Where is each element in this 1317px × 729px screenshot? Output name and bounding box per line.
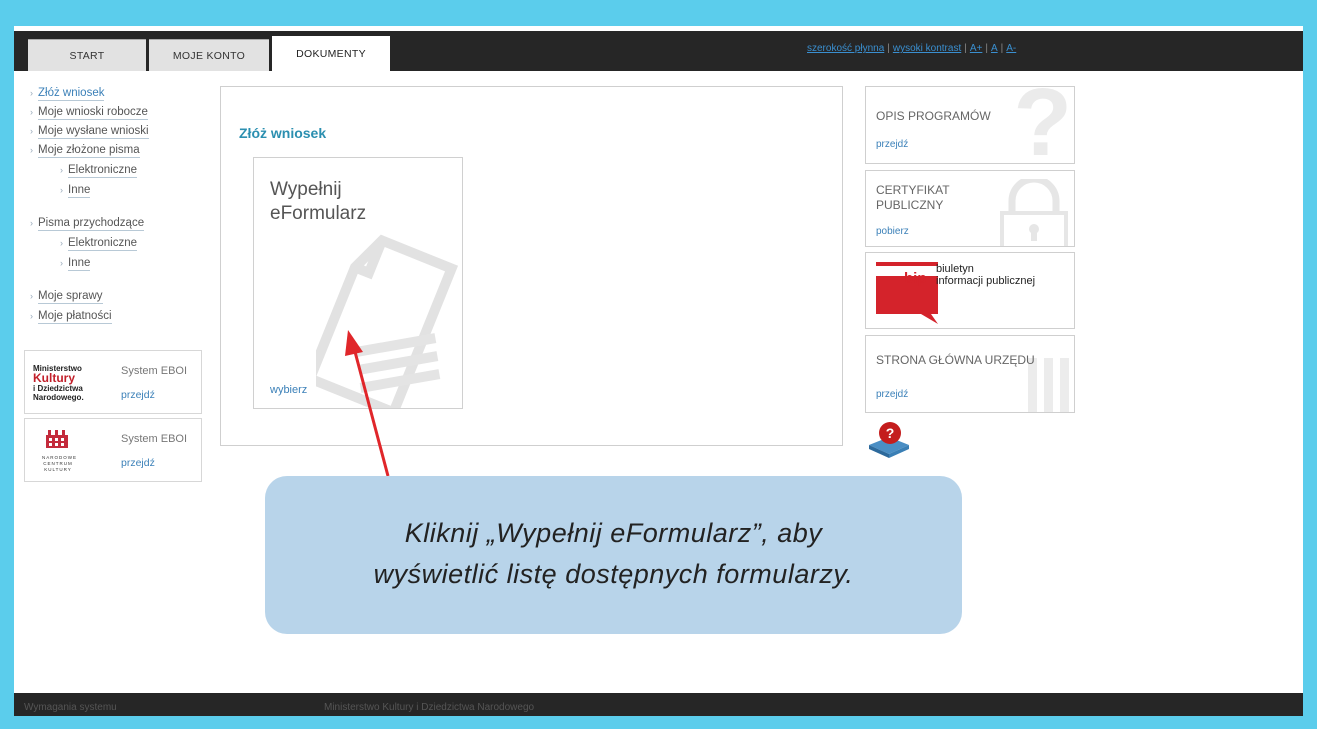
sidebar-item-zlozone-pisma[interactable]: › Moje złożone pisma (30, 144, 140, 158)
chevron-right-icon: › (30, 126, 33, 136)
chevron-right-icon: › (30, 107, 33, 117)
chevron-right-icon: › (30, 291, 33, 301)
sidebar-item-moje-platnosci[interactable]: › Moje płatności (30, 310, 112, 324)
question-mark-icon: ? (1013, 86, 1072, 164)
sidebar-subitem-elektroniczne-przych[interactable]: › Elektroniczne (60, 237, 138, 251)
callout-text: Kliknij „Wypełnij eFormularz”, aby wyświ… (373, 518, 854, 589)
high-contrast-link[interactable]: wysoki kontrast (893, 43, 961, 54)
card-link[interactable]: przejdź (876, 389, 908, 400)
accessibility-links: szerokość płynna | wysoki kontrast | A+ | A | A- (807, 43, 1017, 54)
card-link[interactable]: przejdź (876, 139, 908, 150)
svg-text:?: ? (886, 425, 895, 441)
chevron-right-icon: › (30, 218, 33, 228)
card-opis-programow[interactable]: ? OPIS PROGRAMÓW przejdź (865, 86, 1075, 164)
annotation-arrow (345, 330, 390, 477)
tab-moje-konto[interactable]: MOJE KONTO (149, 39, 269, 71)
partner-go-link[interactable]: przejdź (121, 389, 155, 401)
fluid-width-link[interactable]: szerokość płynna (807, 43, 884, 54)
chevron-right-icon: › (60, 258, 63, 268)
chevron-right-icon: › (30, 311, 33, 321)
footer-owner: Ministerstwo Kultury i Dziedzictwa Narod… (324, 702, 535, 713)
mkidn-logo: Ministerstwo Kultury i Dziedzictwa Narod… (33, 364, 84, 402)
nck-logo-text: NARODOWE CENTRUM KULTURY (42, 455, 77, 472)
card-strona-glowna[interactable]: STRONA GŁÓWNA URZĘDU przejdź (865, 335, 1075, 413)
chevron-right-icon: › (30, 88, 33, 98)
sidebar-item-moje-sprawy[interactable]: › Moje sprawy (30, 290, 103, 304)
chevron-right-icon: › (30, 145, 33, 155)
main-panel: Złóż wniosek Wypełnij eFormularz wybierz (220, 86, 843, 446)
footer-requirements-link[interactable]: Wymagania systemu (24, 702, 117, 713)
chevron-right-icon: › (60, 185, 63, 195)
tile-title: Wypełnij eFormularz (270, 179, 367, 224)
sidebar-item-wyslane-wnioski[interactable]: › Moje wysłane wnioski (30, 125, 149, 139)
tab-start[interactable]: START (28, 39, 146, 71)
partner-system-label: System EBOI (121, 433, 188, 445)
bip-caption: biuletyn informacji publicznej (936, 263, 1036, 287)
card-bip[interactable]: bip biuletyn informacji publicznej (865, 252, 1075, 329)
font-smaller-link[interactable]: A- (1006, 43, 1016, 54)
sidebar-subitem-elektroniczne[interactable]: › Elektroniczne (60, 164, 138, 178)
sidebar-subitem-inne[interactable]: › Inne (60, 184, 91, 198)
padlock-icon (994, 175, 1074, 246)
partner-nck: NARODOWE CENTRUM KULTURY System EBOI prz… (24, 418, 202, 482)
partner-system-label: System EBOI (121, 365, 188, 377)
top-nav-bar: START MOJE KONTO DOKUMENTY szerokość pły… (14, 31, 1303, 71)
sidebar-item-wnioski-robocze[interactable]: › Moje wnioski robocze (30, 106, 148, 120)
footer-bar: Wymagania systemu Ministerstwo Kultury i… (14, 693, 1303, 716)
nck-logo-icon (46, 430, 68, 453)
bip-logo-text: bip (904, 270, 927, 287)
font-normal-link[interactable]: A (991, 43, 998, 54)
chevron-right-icon: › (60, 165, 63, 175)
chevron-right-icon: › (60, 238, 63, 248)
card-link[interactable]: pobierz (876, 226, 909, 237)
partner-mkidn: Ministerstwo Kultury i Dziedzictwa Narod… (24, 350, 202, 414)
sidebar-subitem-inne-przych[interactable]: › Inne (60, 257, 91, 271)
sidebar-item-pisma-przychodzace[interactable]: › Pisma przychodzące (30, 217, 145, 231)
sidebar-item-zloz-wniosek[interactable]: › Złóż wniosek (30, 87, 105, 101)
font-larger-link[interactable]: A+ (970, 43, 983, 54)
app-frame: START MOJE KONTO DOKUMENTY szerokość pły… (14, 26, 1303, 716)
tile-select-link[interactable]: wybierz (270, 384, 307, 396)
instruction-callout: Kliknij „Wypełnij eFormularz”, aby wyświ… (265, 476, 962, 634)
tab-dokumenty[interactable]: DOKUMENTY (272, 36, 390, 71)
page-title: Złóż wniosek (239, 125, 327, 141)
card-certyfikat[interactable]: CERTYFIKAT PUBLICZNY pobierz (865, 170, 1075, 247)
help-icon[interactable]: ? (865, 419, 913, 464)
partner-go-link[interactable]: przejdź (121, 457, 155, 469)
